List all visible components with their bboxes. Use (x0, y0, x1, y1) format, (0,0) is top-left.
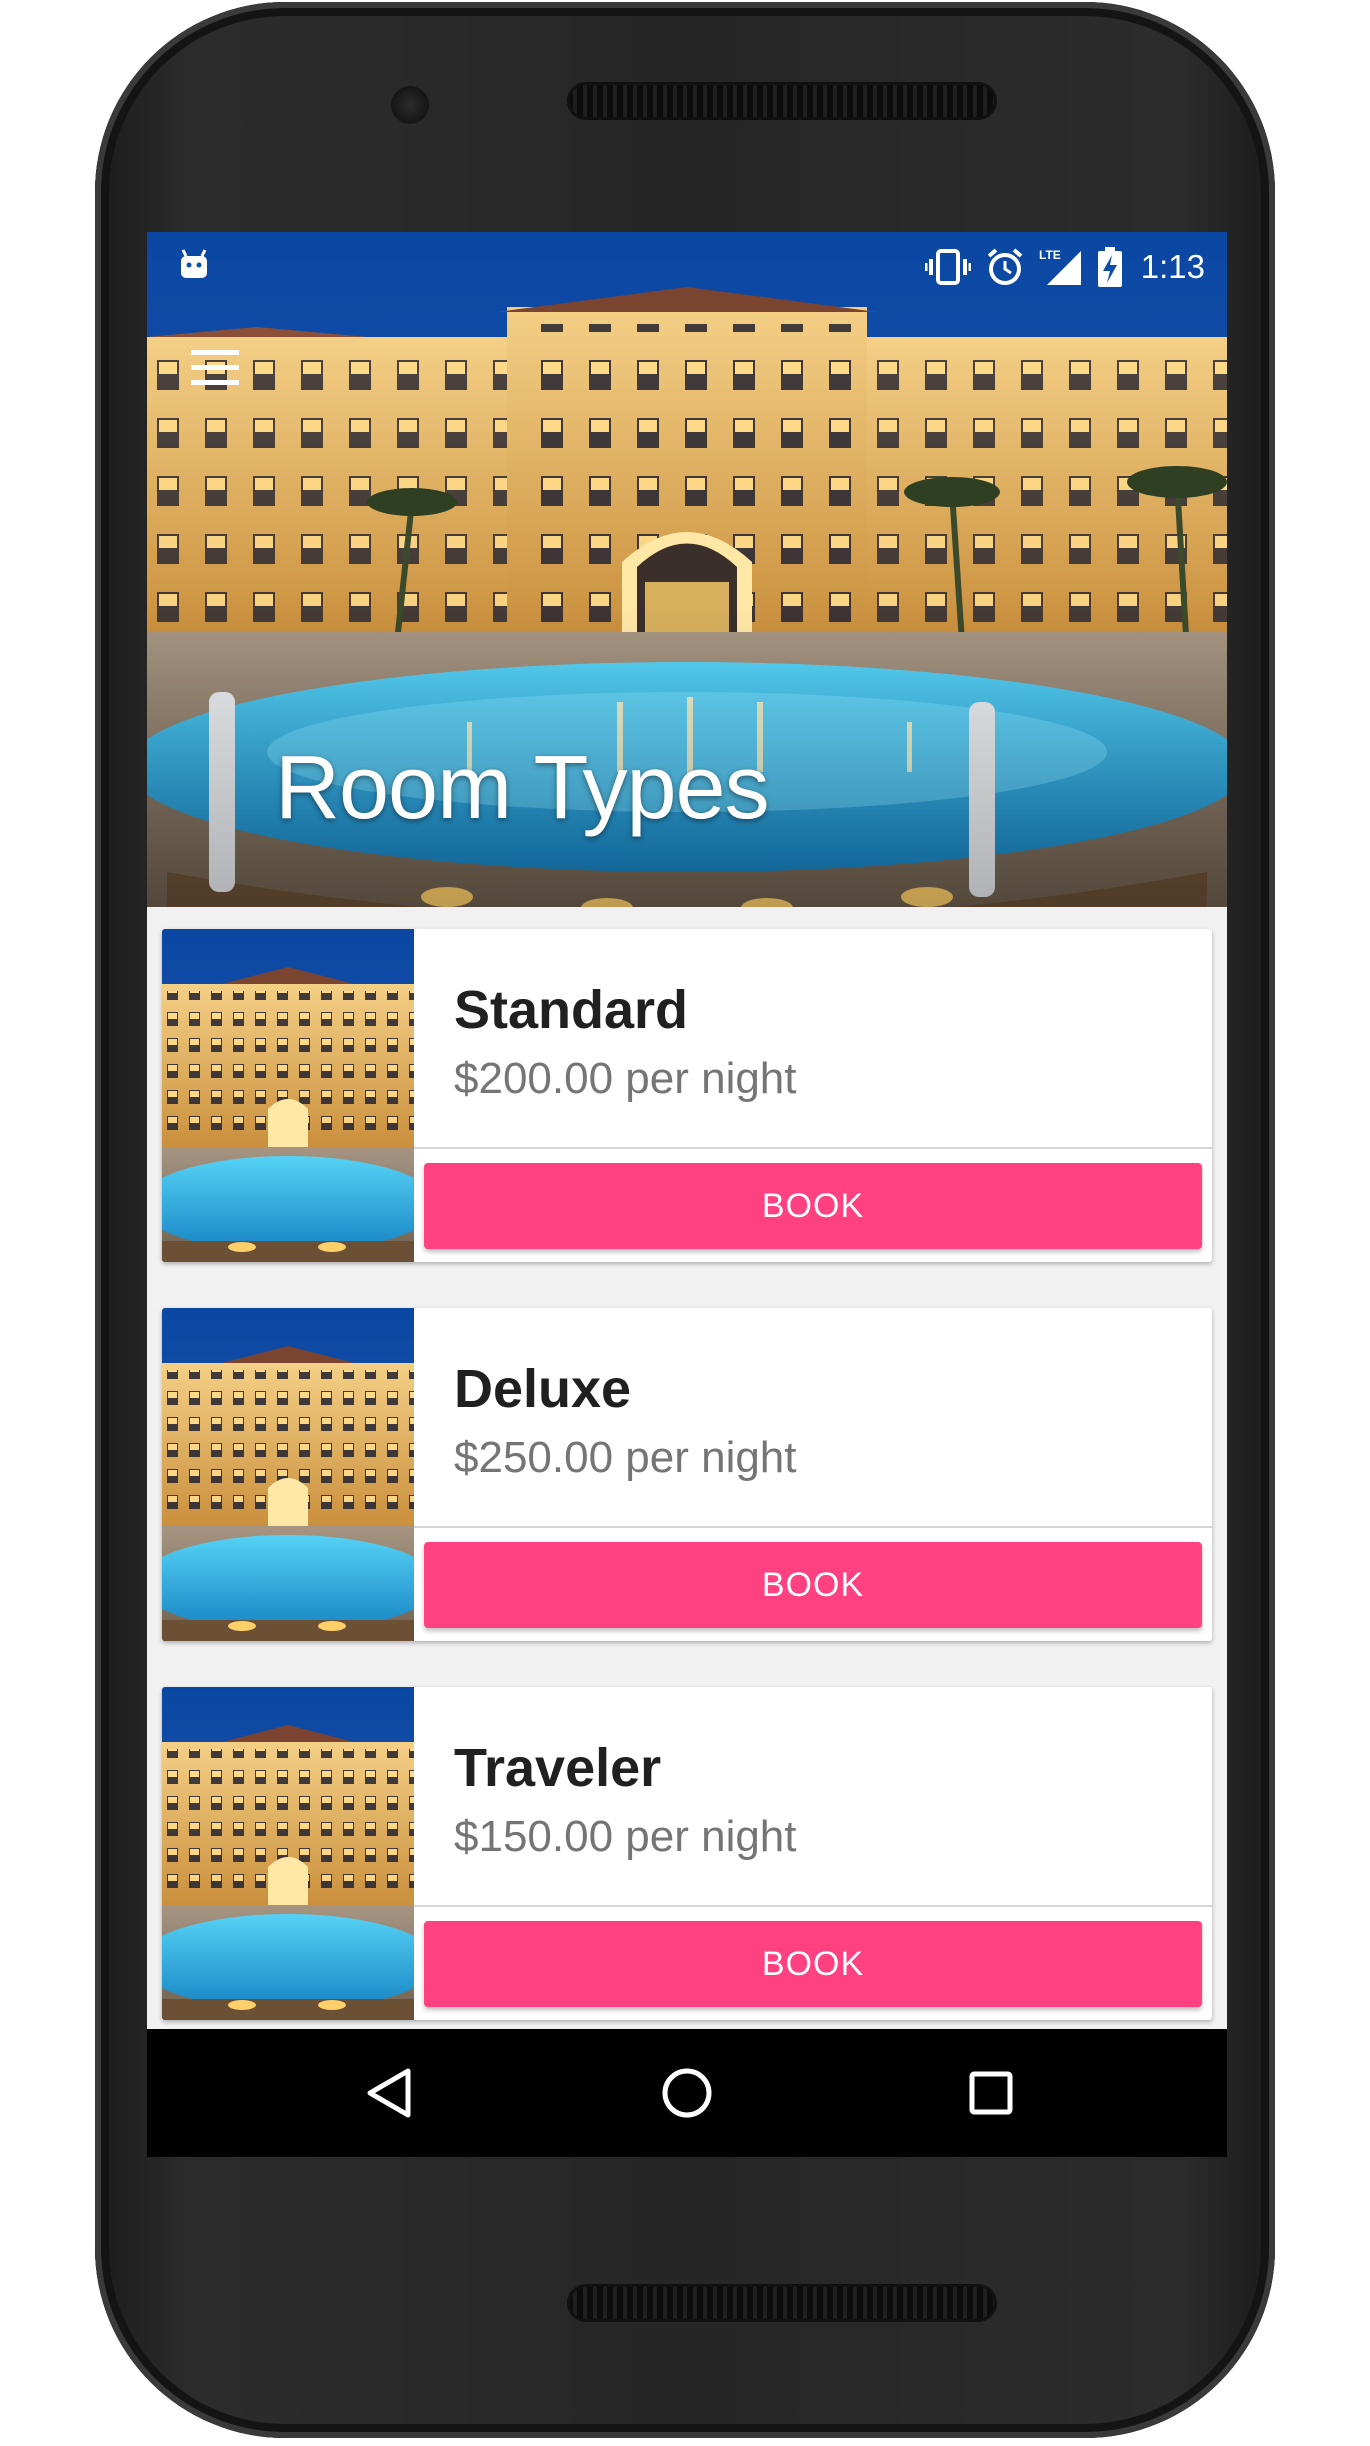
app-screen: LTE 1:13 Room Types Standard $200.00 per… (147, 232, 1227, 2157)
room-price: $150.00 per night (454, 1812, 797, 1861)
room-name: Standard (454, 980, 689, 1040)
bottom-speaker (567, 2284, 997, 2322)
hamburger-menu-icon[interactable] (191, 348, 243, 388)
card-divider (414, 1905, 1212, 1907)
card-divider (414, 1526, 1212, 1528)
earpiece-speaker (567, 82, 997, 120)
room-price: $250.00 per night (454, 1433, 797, 1482)
room-price: $200.00 per night (454, 1054, 797, 1103)
room-thumbnail (162, 1308, 414, 1641)
status-bar: LTE 1:13 (147, 232, 1227, 302)
page-title: Room Types (275, 738, 770, 838)
room-name: Deluxe (454, 1359, 632, 1419)
room-name: Traveler (454, 1738, 662, 1798)
room-card-standard: Standard $200.00 per night BOOK (162, 929, 1212, 1262)
book-button-deluxe[interactable]: BOOK (424, 1542, 1202, 1628)
room-card-traveler: Traveler $150.00 per night BOOK (162, 1687, 1212, 2020)
book-button-standard[interactable]: BOOK (424, 1163, 1202, 1249)
navigation-bar (147, 2029, 1227, 2157)
recent-apps-icon[interactable] (951, 2053, 1031, 2133)
room-thumbnail (162, 1687, 414, 2020)
vibrate-icon (924, 249, 971, 285)
lte-signal-icon: LTE (1039, 248, 1081, 285)
room-card-deluxe: Deluxe $250.00 per night BOOK (162, 1308, 1212, 1641)
room-thumbnail (162, 929, 414, 1262)
back-icon[interactable] (349, 2053, 429, 2133)
device-frame: LTE 1:13 Room Types Standard $200.00 per… (0, 0, 1370, 2446)
svg-text:LTE: LTE (1039, 248, 1061, 262)
battery-charging-icon (1097, 247, 1122, 287)
card-divider (414, 1147, 1212, 1149)
alarm-icon (987, 248, 1023, 285)
room-list[interactable]: Standard $200.00 per night BOOK Deluxe $… (147, 907, 1227, 2029)
home-icon[interactable] (647, 2053, 727, 2133)
front-camera (391, 86, 429, 124)
book-button-traveler[interactable]: BOOK (424, 1921, 1202, 2007)
status-icons: LTE 1:13 (924, 244, 1205, 290)
status-clock: 1:13 (1140, 248, 1205, 285)
android-icon (181, 249, 207, 278)
